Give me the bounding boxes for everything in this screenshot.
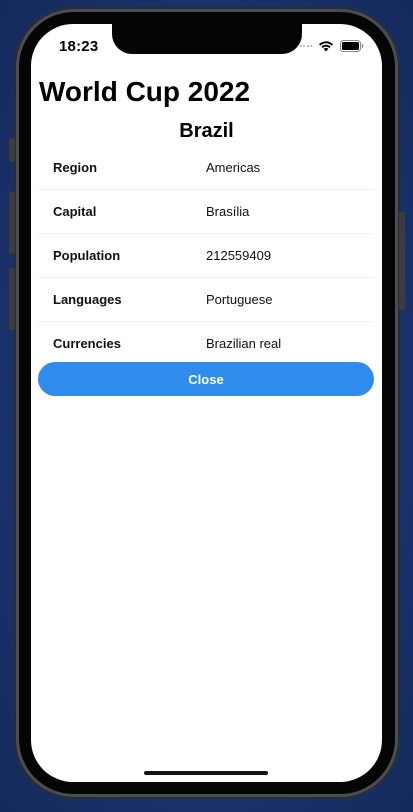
device-volume-down-button: [9, 268, 15, 330]
info-row-value: Brasília: [206, 204, 250, 219]
info-row-value: 212559409: [206, 248, 272, 263]
page-title: World Cup 2022: [39, 76, 251, 107]
country-info-list: Region Americas Capital Brasília Populat…: [38, 146, 374, 365]
info-row-value: Americas: [206, 160, 261, 175]
device-power-button: [399, 212, 405, 310]
info-row-population: Population 212559409: [38, 234, 374, 278]
info-row-label: Languages: [53, 292, 122, 307]
info-row-currencies: Currencies Brazilian real: [38, 322, 374, 365]
info-row-label: Capital: [53, 204, 97, 219]
info-row-label: Population: [53, 248, 121, 263]
info-row-value: Brazilian real: [206, 336, 282, 351]
home-indicator[interactable]: [144, 771, 268, 775]
info-row-region: Region Americas: [38, 146, 374, 190]
device-volume-up-button: [9, 192, 15, 254]
device-mute-switch: [9, 138, 15, 162]
cellular-signal-icon: [299, 45, 312, 47]
battery-icon: [340, 40, 364, 52]
info-row-label: Region: [53, 160, 98, 175]
info-row-value: Portuguese: [206, 292, 273, 307]
app-screen: 18:23 World Cup 2022 Brazil Region Ameri…: [31, 24, 382, 782]
close-button[interactable]: Close: [38, 362, 374, 396]
status-bar-icons: [299, 40, 365, 52]
wifi-icon: [319, 41, 333, 52]
device-notch: [112, 24, 302, 54]
info-row-languages: Languages Portuguese: [38, 278, 374, 322]
info-row-capital: Capital Brasília: [38, 190, 374, 234]
country-name-heading: Brazil: [179, 120, 234, 142]
status-bar-time: 18:23: [59, 38, 99, 55]
info-row-label: Currencies: [53, 336, 121, 351]
